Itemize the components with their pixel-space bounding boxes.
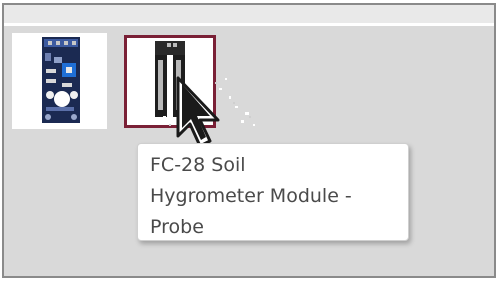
arrow-cursor-icon [176, 76, 220, 148]
window-title-strip [4, 5, 494, 26]
soil-sensor-module-board-icon [42, 37, 80, 123]
part-tooltip: FC-28 Soil Hygrometer Module - Probe [137, 143, 409, 241]
part-tile-sensor-module[interactable] [12, 33, 107, 129]
tooltip-text: FC-28 Soil Hygrometer Module - Probe [150, 154, 352, 238]
